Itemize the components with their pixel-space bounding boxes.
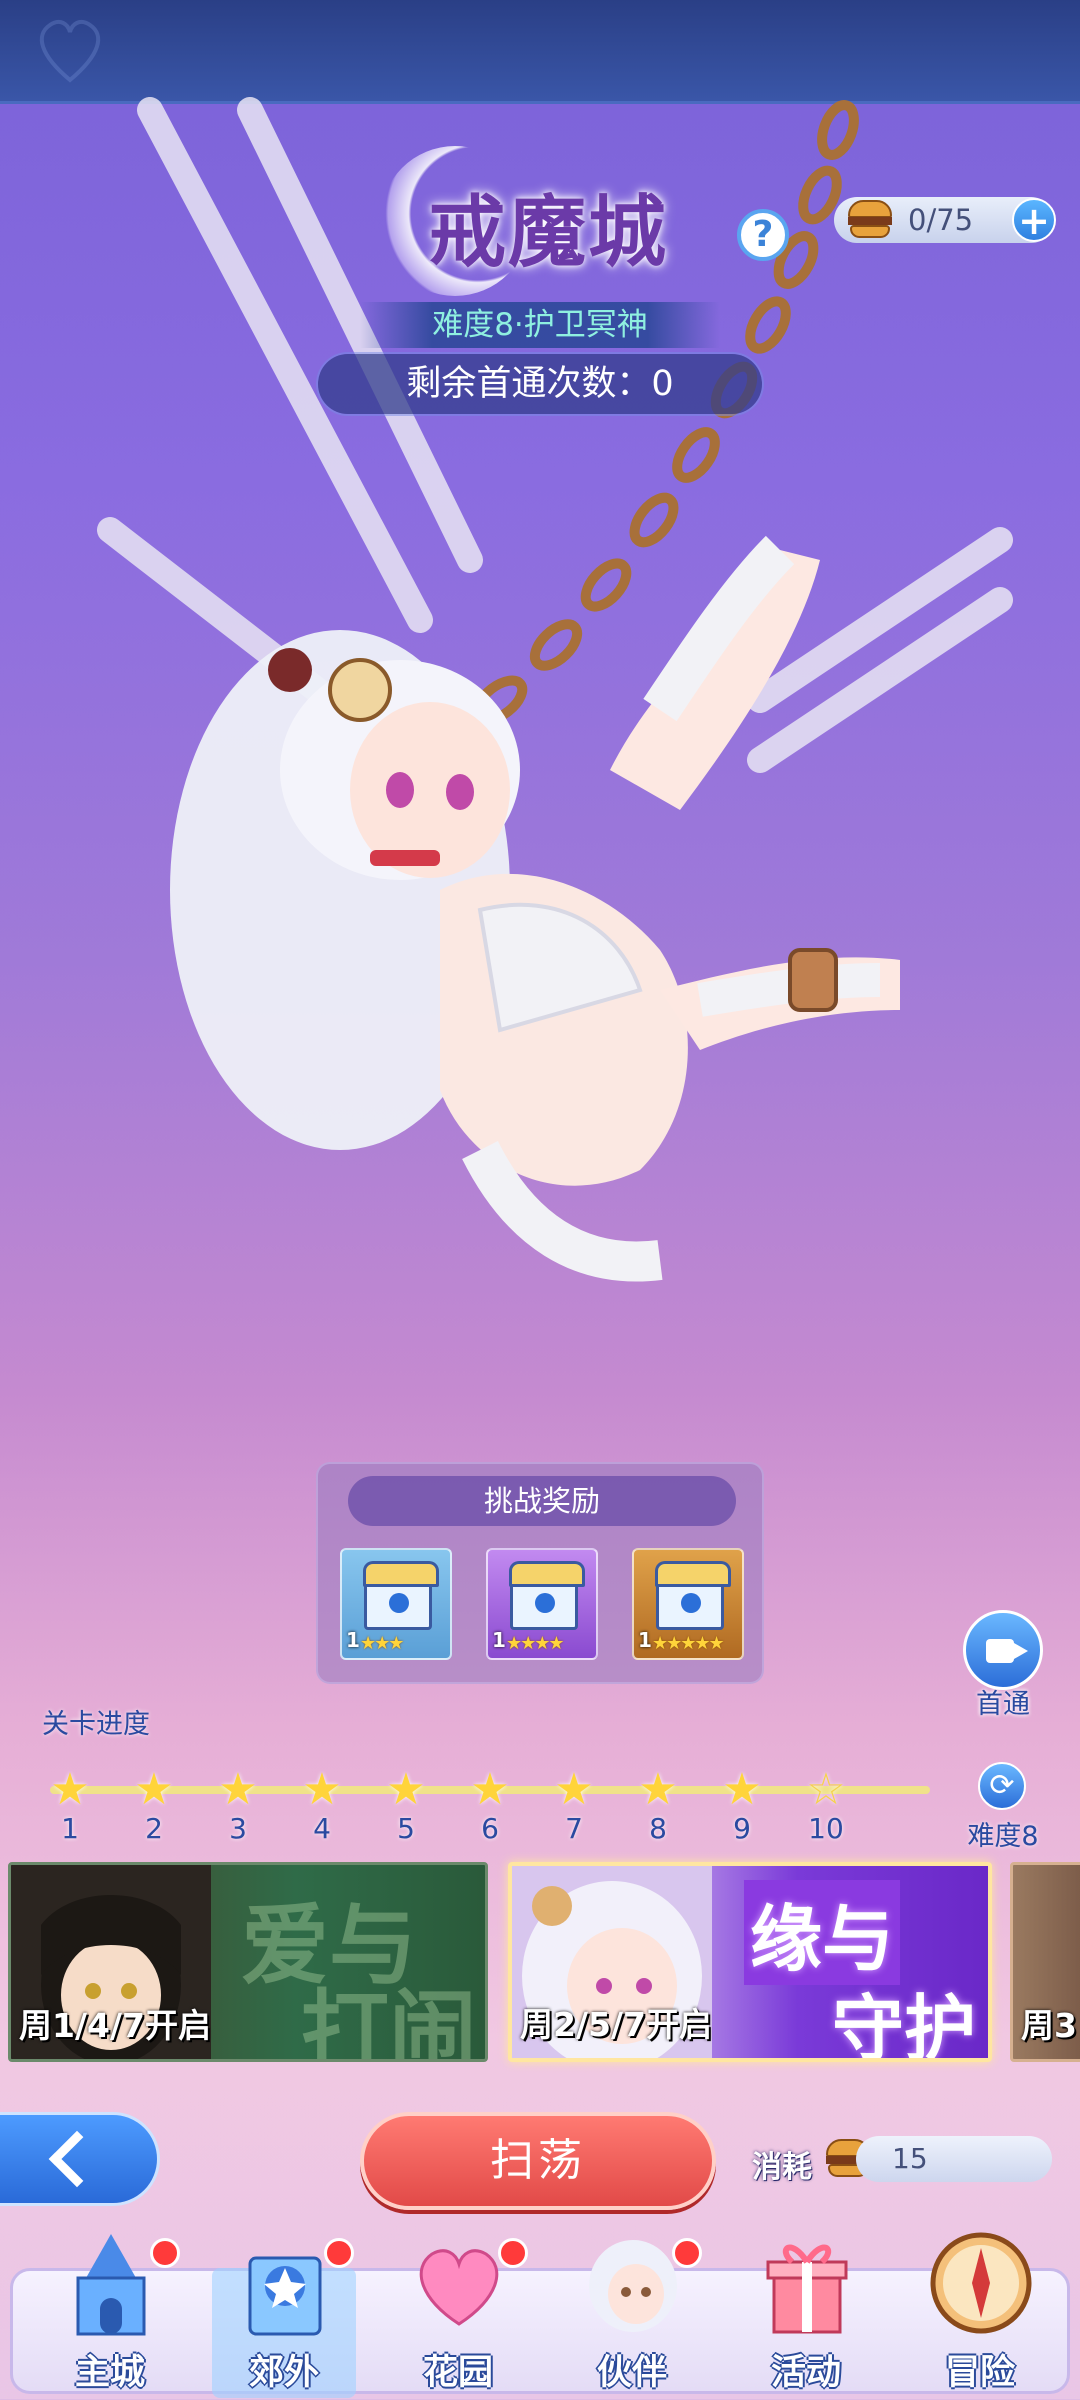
event-banner-love-and-play[interactable]: 爱与 打闹 周1/4/7开启 xyxy=(8,1862,488,2062)
cost-label: 消耗 xyxy=(752,2150,812,2185)
cost-value-text: 15 xyxy=(892,2142,928,2175)
notification-dot xyxy=(498,2238,528,2268)
nav-item-label: 主城 xyxy=(74,2353,145,2393)
banner-title-line2: 打闹 xyxy=(301,1979,478,2062)
nav-item-label: 郊外 xyxy=(248,2353,319,2393)
event-banner-partial[interactable]: 周3 xyxy=(1010,1862,1080,2062)
reward-count: 1 xyxy=(346,1628,360,1652)
reward-chest-purple[interactable]: 1 ★★★★ xyxy=(486,1548,598,1660)
difficulty-switch-label: 难度8 xyxy=(967,1821,1039,1852)
stage-title: 戒魔城 xyxy=(360,140,720,300)
rewards-title: 挑战奖励 xyxy=(348,1476,736,1526)
back-button[interactable] xyxy=(0,2112,160,2206)
stage-number: 7 xyxy=(565,1812,583,1845)
banner-title-line2: 守护 xyxy=(832,1986,977,2062)
castle-icon xyxy=(56,2228,166,2338)
cost-value: 15 xyxy=(856,2136,1052,2182)
reward-count: 1 xyxy=(638,1628,652,1652)
nav-item-label: 活动 xyxy=(770,2353,841,2393)
heart-arrow-icon xyxy=(39,20,101,83)
stage-node-2[interactable]: ★ xyxy=(132,1768,176,1812)
stage-progress-label: 关卡进度 xyxy=(42,1709,150,1740)
remaining-first-clears: 剩余首通次数：0 xyxy=(318,354,762,414)
notification-dot xyxy=(324,2238,354,2268)
reward-stars: ★★★★ xyxy=(506,1633,565,1654)
stage-node-1[interactable]: ★ xyxy=(48,1768,92,1812)
reward-count: 1 xyxy=(492,1628,506,1652)
stage-number: 3 xyxy=(229,1812,247,1845)
stage-number: 8 xyxy=(649,1812,667,1845)
reward-stars: ★★★ xyxy=(360,1633,404,1654)
nav-item-2[interactable]: 花园 xyxy=(374,2228,542,2398)
video-camera-icon xyxy=(986,1639,1028,1663)
first-clear-video-label: 首通 xyxy=(976,1689,1030,1720)
nav-item-1[interactable]: 郊外 xyxy=(200,2228,368,2398)
nav-item-4[interactable]: 活动 xyxy=(722,2228,890,2398)
stage-node-10[interactable]: ☆ xyxy=(804,1768,848,1812)
reward-stars: ★★★★★ xyxy=(652,1633,725,1654)
treasure-chest-icon xyxy=(509,1561,585,1630)
nav-item-0[interactable]: 主城 xyxy=(26,2228,194,2398)
treasure-chest-icon xyxy=(655,1561,731,1630)
nav-item-5[interactable]: 冒险 xyxy=(896,2228,1064,2398)
gift-box-icon xyxy=(752,2228,862,2338)
stage-node-3[interactable]: ★ xyxy=(216,1768,260,1812)
stage-node-7[interactable]: ★ xyxy=(552,1768,596,1812)
notification-dot xyxy=(672,2238,702,2268)
stage-node-9[interactable]: ★ xyxy=(720,1768,764,1812)
back-arrow-icon xyxy=(48,2130,106,2188)
sweep-button[interactable]: 扫荡 xyxy=(360,2112,716,2210)
help-button[interactable]: ? xyxy=(737,209,789,261)
notification-dot xyxy=(150,2238,180,2268)
refresh-icon: ⟳ xyxy=(989,1768,1015,1803)
reward-chest-gold[interactable]: 1 ★★★★★ xyxy=(632,1548,744,1660)
banner-open-days: 周1/4/7开启 xyxy=(19,2006,211,2045)
stage-node-5[interactable]: ★ xyxy=(384,1768,428,1812)
banner-open-days: 周2/5/7开启 xyxy=(520,2005,712,2044)
stage-number: 4 xyxy=(313,1812,331,1845)
stage-number: 2 xyxy=(145,1812,163,1845)
add-stamina-button[interactable]: + xyxy=(1012,198,1056,242)
nav-item-label: 冒险 xyxy=(944,2353,1015,2393)
outskirts-gate-icon xyxy=(230,2228,340,2338)
stage-number: 10 xyxy=(808,1812,844,1845)
compass-icon xyxy=(926,2228,1036,2338)
nav-item-label: 花园 xyxy=(422,2353,493,2393)
page-title: 戒魔城 xyxy=(428,187,669,278)
event-banner-fate-and-guard[interactable]: 缘与 守护 周2/5/7开启 xyxy=(508,1862,992,2062)
banner-open-days: 周3 xyxy=(1021,2006,1077,2045)
stage-number: 1 xyxy=(61,1812,79,1845)
top-status-bar xyxy=(0,0,1080,104)
stage-number: 5 xyxy=(397,1812,415,1845)
reward-chest-blue[interactable]: 1 ★★★ xyxy=(340,1548,452,1660)
treasure-chest-icon xyxy=(363,1561,439,1630)
nav-item-3[interactable]: 伙伴 xyxy=(548,2228,716,2398)
companion-portrait-icon xyxy=(578,2228,688,2338)
difficulty-subtitle: 难度8·护卫冥神 xyxy=(360,302,720,348)
burger-icon xyxy=(848,200,892,240)
difficulty-switch-button[interactable]: ⟳ xyxy=(978,1762,1026,1810)
nav-item-label: 伙伴 xyxy=(596,2353,667,2393)
stage-number: 6 xyxy=(481,1812,499,1845)
character-illustration xyxy=(170,535,900,1282)
first-clear-video-button[interactable] xyxy=(963,1610,1043,1690)
challenge-rewards-panel: 挑战奖励 1 ★★★ 1 ★★★★ 1 ★★★★★ xyxy=(316,1462,764,1684)
stage-node-4[interactable]: ★ xyxy=(300,1768,344,1812)
stage-node-8[interactable]: ★ xyxy=(636,1768,680,1812)
stamina-value: 0/75 xyxy=(908,203,974,237)
heart-garden-icon xyxy=(404,2228,514,2338)
stage-node-6[interactable]: ★ xyxy=(468,1768,512,1812)
stage-number: 9 xyxy=(733,1812,751,1845)
